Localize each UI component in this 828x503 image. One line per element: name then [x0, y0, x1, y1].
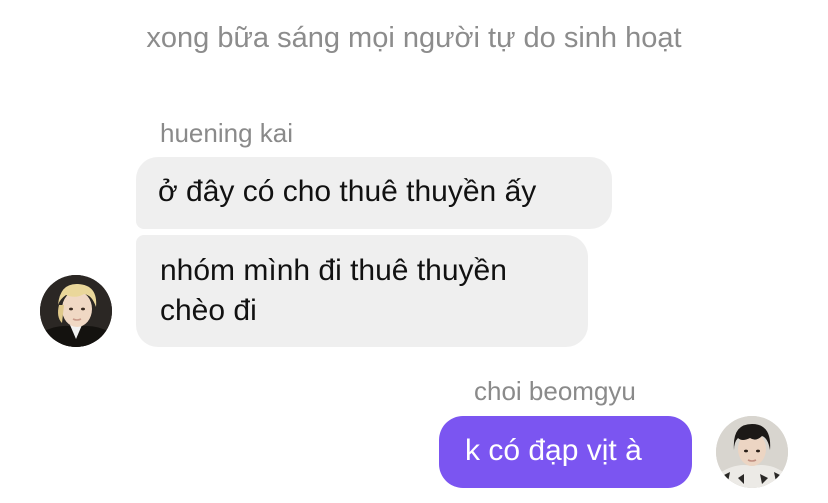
sender-name-choi-beomgyu: choi beomgyu — [474, 376, 636, 406]
message-bubble[interactable]: ở đây có cho thuê thuyền ấy — [136, 157, 612, 229]
sender-name-huening-kai: huening kai — [160, 118, 293, 148]
avatar-choi-beomgyu[interactable] — [716, 416, 788, 488]
message-bubble[interactable]: nhóm mình đi thuê thuyền chèo đi — [136, 235, 588, 347]
avatar-huening-kai[interactable] — [40, 275, 112, 347]
system-message: xong bữa sáng mọi người tự do sinh hoạt — [146, 22, 682, 54]
avatar-photo-icon — [716, 416, 788, 488]
message-bubble-outgoing[interactable]: k có đạp vịt à — [439, 416, 692, 488]
avatar-photo-icon — [40, 275, 112, 347]
